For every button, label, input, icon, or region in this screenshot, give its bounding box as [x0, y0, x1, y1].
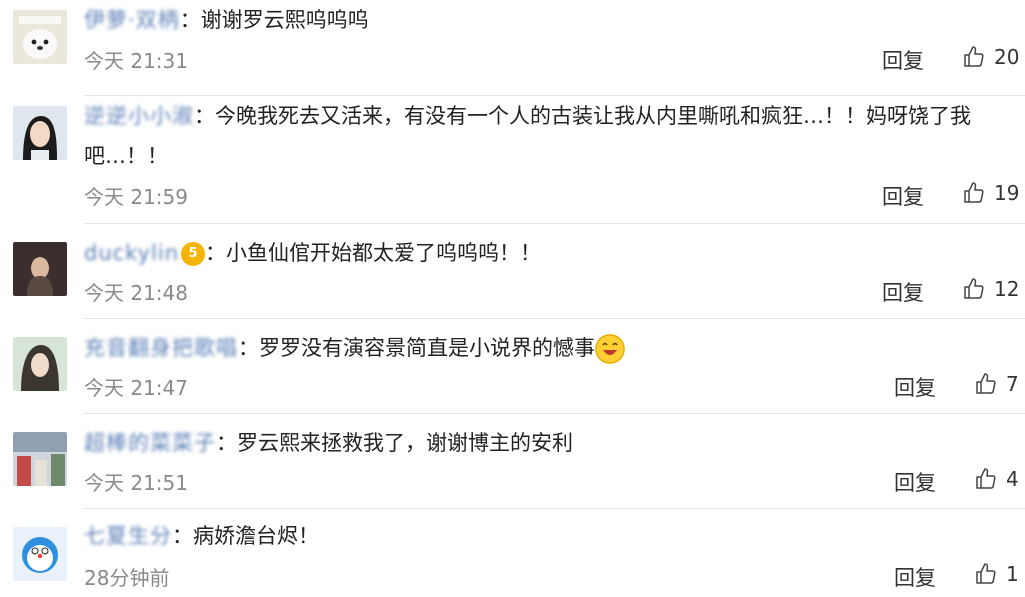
comment-item: duckylin 5 ：小鱼仙倌开始都太爱了呜呜呜！！ 今天 21:48 回复 12 — [0, 224, 1025, 318]
reply-button[interactable]: 回复 — [882, 181, 924, 211]
reply-button[interactable]: 回复 — [882, 45, 924, 75]
comment-item: 逆逆小小淑：今晚我死去又活来，有没有一个人的古装让我从内里嘶吼和疯狂…！！妈呀饶… — [0, 96, 1025, 223]
reply-button[interactable]: 回复 — [894, 562, 936, 592]
like-button[interactable]: 1 — [974, 562, 1019, 586]
like-button[interactable]: 12 — [962, 277, 1019, 301]
reply-button[interactable]: 回复 — [894, 467, 936, 497]
comment-text: 小鱼仙倌开始都太爱了呜呜呜！！ — [226, 241, 542, 265]
comment-text-continued: 吧…！！ — [84, 144, 168, 168]
like-count: 12 — [994, 277, 1020, 301]
thumbs-up-icon — [976, 468, 996, 489]
avatar[interactable] — [13, 337, 67, 391]
avatar[interactable] — [13, 10, 67, 64]
timestamp: 今天 21:47 — [84, 376, 188, 400]
avatar[interactable] — [13, 432, 67, 486]
avatar[interactable] — [13, 242, 67, 296]
like-count: 7 — [1006, 372, 1019, 396]
thumbs-up-icon — [964, 278, 984, 299]
comment-text: 罗罗没有演容景简直是小说界的憾事 — [259, 336, 595, 360]
username-link[interactable]: 超棒的菜菜子 — [84, 423, 216, 463]
comment-text: 谢谢罗云熙呜呜呜 — [200, 8, 369, 32]
like-count: 1 — [1006, 562, 1019, 586]
comment-text-line: 七夏生分：病娇澹台烬！ — [84, 516, 1005, 556]
thumbs-up-icon — [976, 373, 996, 394]
comment-text-line: 吧…！！ — [84, 136, 1005, 176]
comment-text-line: 逆逆小小淑：今晚我死去又活来，有没有一个人的古装让我从内里嘶吼和疯狂…！！妈呀饶… — [84, 96, 1005, 136]
separator: ： — [194, 104, 215, 128]
separator: ： — [179, 8, 201, 32]
separator: ： — [205, 241, 227, 265]
timestamp: 28分钟前 — [84, 566, 170, 590]
comment-text-line: 伊萝·双柄：谢谢罗云熙呜呜呜 — [84, 0, 1005, 40]
username-link[interactable]: duckylin — [84, 233, 179, 273]
avatar[interactable] — [13, 527, 67, 581]
timestamp: 今天 21:59 — [84, 185, 188, 209]
separator: ： — [172, 524, 193, 548]
comment-text-line: duckylin 5 ：小鱼仙倌开始都太爱了呜呜呜！！ — [84, 233, 1005, 273]
thumbs-up-icon — [976, 563, 996, 584]
comment-text: 今晚我死去又活来，有没有一个人的古装让我从内里嘶吼和疯狂…！！妈呀饶了我 — [215, 104, 971, 128]
username-link[interactable]: 伊萝·双柄 — [84, 0, 180, 40]
username-link[interactable]: 逆逆小小淑 — [84, 96, 194, 136]
comment-item: 伊萝·双柄：谢谢罗云熙呜呜呜 今天 21:31 回复 20 — [0, 0, 1025, 95]
comment-text: 罗云熙来拯救我了，谢谢博主的安利 — [237, 431, 573, 455]
comment-item: 超棒的菜菜子：罗云熙来拯救我了，谢谢博主的安利 今天 21:51 回复 4 — [0, 414, 1025, 508]
like-count: 4 — [1006, 467, 1019, 491]
comment-text: 病娇澹台烬！ — [193, 524, 319, 548]
grinning-face-icon — [595, 334, 625, 364]
avatar[interactable] — [13, 106, 67, 160]
comment-text-line: 充音翻身把歌唱：罗罗没有演容景简直是小说界的憾事 — [84, 328, 1005, 368]
like-button[interactable]: 20 — [962, 45, 1019, 69]
like-count: 20 — [994, 45, 1020, 69]
timestamp: 今天 21:51 — [84, 471, 188, 495]
like-button[interactable]: 19 — [962, 181, 1019, 205]
username-link[interactable]: 充音翻身把歌唱 — [84, 328, 238, 368]
comment-item: 充音翻身把歌唱：罗罗没有演容景简直是小说界的憾事 今天 21:47 回复 7 — [0, 319, 1025, 413]
reply-button[interactable]: 回复 — [894, 372, 936, 402]
separator: ： — [216, 431, 237, 455]
comment-text-line: 超棒的菜菜子：罗云熙来拯救我了，谢谢博主的安利 — [84, 423, 1005, 463]
like-button[interactable]: 7 — [974, 372, 1019, 396]
reply-button[interactable]: 回复 — [882, 277, 924, 307]
thumbs-up-icon — [964, 182, 984, 203]
thumbs-up-icon — [964, 46, 984, 67]
vip-badge: 5 — [181, 242, 206, 266]
like-button[interactable]: 4 — [974, 467, 1019, 491]
separator: ： — [238, 336, 259, 360]
username-link[interactable]: 七夏生分 — [84, 516, 172, 556]
timestamp: 今天 21:48 — [84, 281, 188, 305]
comment-item: 七夏生分：病娇澹台烬！ 28分钟前 回复 1 — [0, 509, 1025, 597]
like-count: 19 — [994, 181, 1020, 205]
timestamp: 今天 21:31 — [84, 49, 188, 73]
